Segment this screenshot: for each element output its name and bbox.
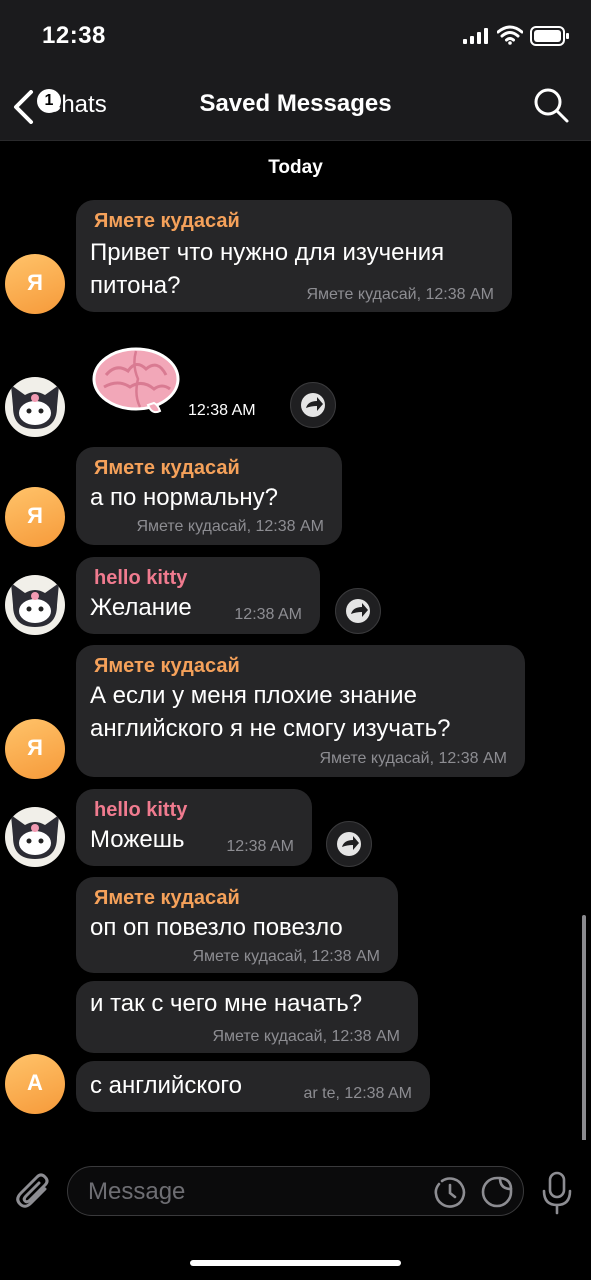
message-text: и так с чего мне начать? (90, 990, 363, 1017)
message-text: а по нормальну? (90, 484, 278, 511)
sticker-icon[interactable] (480, 1175, 514, 1209)
message-text: Можешь (90, 826, 185, 853)
forward-icon (337, 832, 361, 856)
cellular-signal-icon (463, 28, 488, 44)
message-bubble[interactable]: Ямете кудасай оп оп повезло повезло Ямет… (76, 877, 398, 973)
avatar[interactable] (5, 807, 65, 867)
forward-icon (346, 599, 370, 623)
message-meta: Ямете кудасай, 12:38 AM (306, 286, 494, 303)
message-meta: Ямете кудасай, 12:38 AM (192, 948, 380, 965)
message-text: оп оп повезло повезло (90, 914, 343, 941)
message-meta: 12:38 AM (234, 606, 302, 623)
forward-button[interactable] (290, 382, 336, 428)
forward-button[interactable] (326, 821, 372, 867)
message-bubble[interactable]: hello kitty Желание 12:38 AM (76, 557, 320, 634)
avatar[interactable] (5, 575, 65, 635)
message-bubble[interactable]: Ямете кудасай А если у меня плохие знани… (76, 645, 525, 777)
kitty-avatar-icon (11, 815, 59, 859)
avatar-letter: Я (27, 503, 43, 528)
message-meta: ar te, 12:38 AM (303, 1085, 412, 1102)
brain-sticker[interactable] (92, 345, 180, 417)
input-bar: Message (0, 1140, 591, 1280)
avatar-letter: Я (27, 270, 43, 295)
message-meta: 12:38 AM (226, 838, 294, 855)
avatar-letter: Я (27, 735, 43, 760)
kitty-avatar-icon (11, 583, 59, 627)
message-sender: Ямете кудасай (94, 887, 240, 909)
message-bubble[interactable]: и так с чего мне начать? Ямете кудасай, … (76, 981, 418, 1053)
avatar[interactable] (5, 377, 65, 437)
message-sender: Ямете кудасай (94, 655, 240, 677)
message-sender: hello kitty (94, 567, 188, 589)
avatar[interactable]: А (5, 1054, 65, 1114)
message-sender: Ямете кудасай (94, 210, 240, 232)
wifi-icon (497, 25, 523, 45)
message-meta: Ямете кудасай, 12:38 AM (212, 1028, 400, 1045)
avatar[interactable]: Я (5, 254, 65, 314)
timer-icon[interactable] (433, 1175, 467, 1209)
message-text: А если у меня плохие знание английского … (90, 682, 451, 742)
message-bubble[interactable]: Ямете кудасай Привет что нужно для изуче… (76, 200, 512, 312)
message-bubble[interactable]: hello kitty Можешь 12:38 AM (76, 789, 312, 866)
message-text: с английского (90, 1072, 243, 1099)
forward-button[interactable] (335, 588, 381, 634)
message-bubble[interactable]: с английского ar te, 12:38 AM (76, 1061, 430, 1112)
message-text: Желание (90, 594, 192, 621)
battery-icon (530, 26, 569, 46)
home-indicator[interactable] (190, 1260, 401, 1266)
avatar-letter: А (27, 1070, 43, 1095)
message-placeholder: Message (88, 1178, 186, 1205)
message-meta: Ямете кудасай, 12:38 AM (136, 518, 324, 535)
microphone-icon[interactable] (540, 1171, 574, 1215)
message-meta: 12:38 AM (188, 402, 256, 419)
avatar[interactable]: Я (5, 487, 65, 547)
kitty-avatar-icon (11, 385, 59, 429)
message-meta: Ямете кудасай, 12:38 AM (319, 750, 507, 767)
scrollbar[interactable] (582, 915, 586, 1150)
message-bubble[interactable]: Ямете кудасай а по нормальну? Ямете куда… (76, 447, 342, 545)
message-sender: hello kitty (94, 799, 188, 821)
attach-icon[interactable] (15, 1173, 53, 1213)
message-input[interactable]: Message (67, 1166, 524, 1216)
date-separator: Today (268, 157, 323, 178)
forward-icon (301, 393, 325, 417)
status-time: 12:38 (42, 22, 106, 49)
nav-bar: Chats 1 Saved Messages (0, 70, 591, 141)
status-bar: 12:38 (0, 0, 591, 70)
chat-title: Saved Messages (199, 90, 392, 117)
search-icon[interactable] (532, 86, 570, 124)
avatar[interactable]: Я (5, 719, 65, 779)
message-sender: Ямете кудасай (94, 457, 240, 479)
